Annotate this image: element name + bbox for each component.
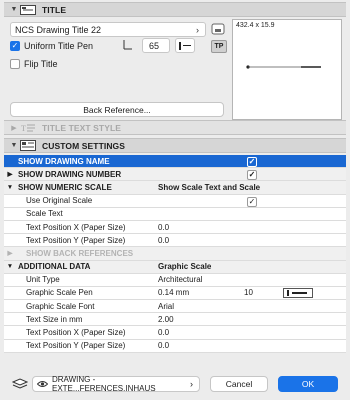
chevron-right-icon: › <box>196 24 199 35</box>
row-show-back-references: ▶ SHOW BACK REFERENCES <box>4 247 346 261</box>
layer-dropdown[interactable]: DRAWING - EXTE...FERENCES.INHAUS › <box>32 375 200 393</box>
custom-settings-icon <box>20 140 36 151</box>
dialog-footer: DRAWING - EXTE...FERENCES.INHAUS › Cance… <box>0 370 350 400</box>
pen-number-value: 65 <box>149 40 160 51</box>
row-name: SHOW DRAWING NAME <box>18 156 110 166</box>
row-name: Unit Type <box>26 275 60 285</box>
show-drawing-number-checkbox[interactable]: ✓ <box>247 170 257 181</box>
row-value[interactable]: 2.00 <box>158 315 174 324</box>
text-style-icon: T <box>20 122 36 133</box>
uniform-title-pen-checkbox[interactable]: ✓ <box>10 41 20 51</box>
chevron-right-icon: › <box>190 379 193 389</box>
title-section-header[interactable]: ▼ TITLE <box>4 2 346 17</box>
collapse-triangle-icon[interactable]: ▼ <box>4 184 16 191</box>
pen-color-swatch[interactable] <box>175 38 195 53</box>
title-text-style-label: TITLE TEXT STYLE <box>42 122 122 133</box>
pen-number[interactable]: 10 <box>244 288 253 297</box>
ok-button[interactable]: OK <box>278 376 338 392</box>
collapse-triangle-icon[interactable]: ▼ <box>8 6 20 13</box>
row-unit-type[interactable]: Unit Type Architectural <box>4 273 346 287</box>
uniform-title-pen-row[interactable]: ✓ Uniform Title Pen <box>10 41 93 51</box>
title-text-style-header[interactable]: ▶ T TITLE TEXT STYLE <box>4 120 346 135</box>
title-section-icon <box>20 4 36 15</box>
row-name: Graphic Scale Font <box>26 301 95 311</box>
row-name: Text Position Y (Paper Size) <box>26 235 126 245</box>
row-name: SHOW BACK REFERENCES <box>26 248 134 258</box>
row-value[interactable]: 0.0 <box>158 341 169 350</box>
row-value[interactable]: 0.0 <box>158 236 169 245</box>
row-show-numeric-scale[interactable]: ▼ SHOW NUMERIC SCALE Show Scale Text and… <box>4 181 346 195</box>
title-preview: 432.4 x 15.9 <box>232 19 342 120</box>
row-name: Use Original Scale <box>26 196 93 206</box>
ok-label: OK <box>301 379 315 389</box>
row-value[interactable]: 0.0 <box>158 328 169 337</box>
collapse-triangle-icon[interactable]: ▼ <box>4 263 16 270</box>
title-options-icon[interactable] <box>211 22 225 36</box>
row-graphic-scale-pen[interactable]: Graphic Scale Pen 0.14 mm 10 <box>4 286 346 301</box>
expand-triangle-icon: ▶ <box>7 250 13 258</box>
row-text-position-y-2[interactable]: Text Position Y (Paper Size) 0.0 <box>4 339 346 353</box>
row-additional-data[interactable]: ▼ ADDITIONAL DATA Graphic Scale <box>4 260 346 274</box>
cancel-button[interactable]: Cancel <box>210 376 268 392</box>
preview-line-graphic <box>246 65 321 69</box>
show-drawing-name-checkbox[interactable]: ✓ <box>247 157 257 167</box>
row-name: Text Position X (Paper Size) <box>26 328 126 338</box>
row-text-position-x-2[interactable]: Text Position X (Paper Size) 0.0 <box>4 326 346 340</box>
row-name: ADDITIONAL DATA <box>18 262 91 272</box>
row-value[interactable]: Show Scale Text and Scale <box>158 183 260 192</box>
row-name: Scale Text <box>26 209 63 219</box>
custom-settings-header[interactable]: ▼ CUSTOM SETTINGS <box>4 138 346 153</box>
row-graphic-scale-font[interactable]: Graphic Scale Font Arial <box>4 300 346 314</box>
title-section-label: TITLE <box>42 4 67 15</box>
cancel-label: Cancel <box>225 379 253 389</box>
row-name: Text Position X (Paper Size) <box>26 222 126 232</box>
row-value[interactable]: 0.0 <box>158 223 169 232</box>
flip-title-label: Flip Title <box>24 59 58 69</box>
row-text-size[interactable]: Text Size in mm 2.00 <box>4 313 346 327</box>
title-name-value: NCS Drawing Title 22 <box>15 24 102 35</box>
pen-icon <box>120 38 134 52</box>
title-name-dropdown[interactable]: NCS Drawing Title 22 › <box>10 22 206 37</box>
row-text-position-x[interactable]: Text Position X (Paper Size) 0.0 <box>4 220 346 235</box>
collapse-triangle-icon[interactable]: ▼ <box>8 142 20 149</box>
tp-badge-label: TP <box>214 43 224 50</box>
layer-name: DRAWING - EXTE...FERENCES.INHAUS <box>52 375 156 393</box>
row-value[interactable]: Architectural <box>158 275 202 284</box>
row-value[interactable]: Arial <box>158 302 174 311</box>
back-reference-label: Back Reference... <box>83 104 151 115</box>
pen-number-field[interactable]: 65 <box>142 38 170 53</box>
expand-triangle-icon[interactable]: ▶ <box>4 170 16 178</box>
row-name: Text Position Y (Paper Size) <box>26 341 126 351</box>
row-value[interactable]: 0.14 mm <box>158 288 189 297</box>
row-use-original-scale[interactable]: Use Original Scale ✓ <box>4 194 346 208</box>
custom-settings-table: SHOW DRAWING NAME ✓ ▶ SHOW DRAWING NUMBE… <box>4 155 346 353</box>
eye-icon <box>37 380 48 388</box>
tp-badge-icon[interactable]: TP <box>211 40 227 53</box>
back-reference-button[interactable]: Back Reference... <box>10 102 224 117</box>
pen-swatch-icon[interactable] <box>283 287 313 298</box>
expand-triangle-icon[interactable]: ▶ <box>8 124 20 132</box>
row-scale-text[interactable]: Scale Text <box>4 207 346 221</box>
custom-settings-label: CUSTOM SETTINGS <box>42 140 126 151</box>
row-name: Graphic Scale Pen <box>26 288 93 298</box>
row-name: SHOW NUMERIC SCALE <box>18 182 112 192</box>
row-show-drawing-name[interactable]: SHOW DRAWING NAME ✓ <box>4 155 346 169</box>
flip-title-checkbox[interactable] <box>10 59 20 69</box>
use-original-scale-checkbox[interactable]: ✓ <box>247 196 257 207</box>
row-value[interactable]: Graphic Scale <box>158 262 211 271</box>
row-show-drawing-number[interactable]: ▶ SHOW DRAWING NUMBER ✓ <box>4 168 346 182</box>
row-text-position-y[interactable]: Text Position Y (Paper Size) 0.0 <box>4 234 346 248</box>
row-name: SHOW DRAWING NUMBER <box>18 169 122 179</box>
layers-icon[interactable] <box>11 378 29 390</box>
uniform-title-pen-label: Uniform Title Pen <box>24 41 94 51</box>
flip-title-row[interactable]: Flip Title <box>10 59 58 69</box>
svg-text:T: T <box>21 124 26 133</box>
row-name: Text Size in mm <box>26 314 83 324</box>
